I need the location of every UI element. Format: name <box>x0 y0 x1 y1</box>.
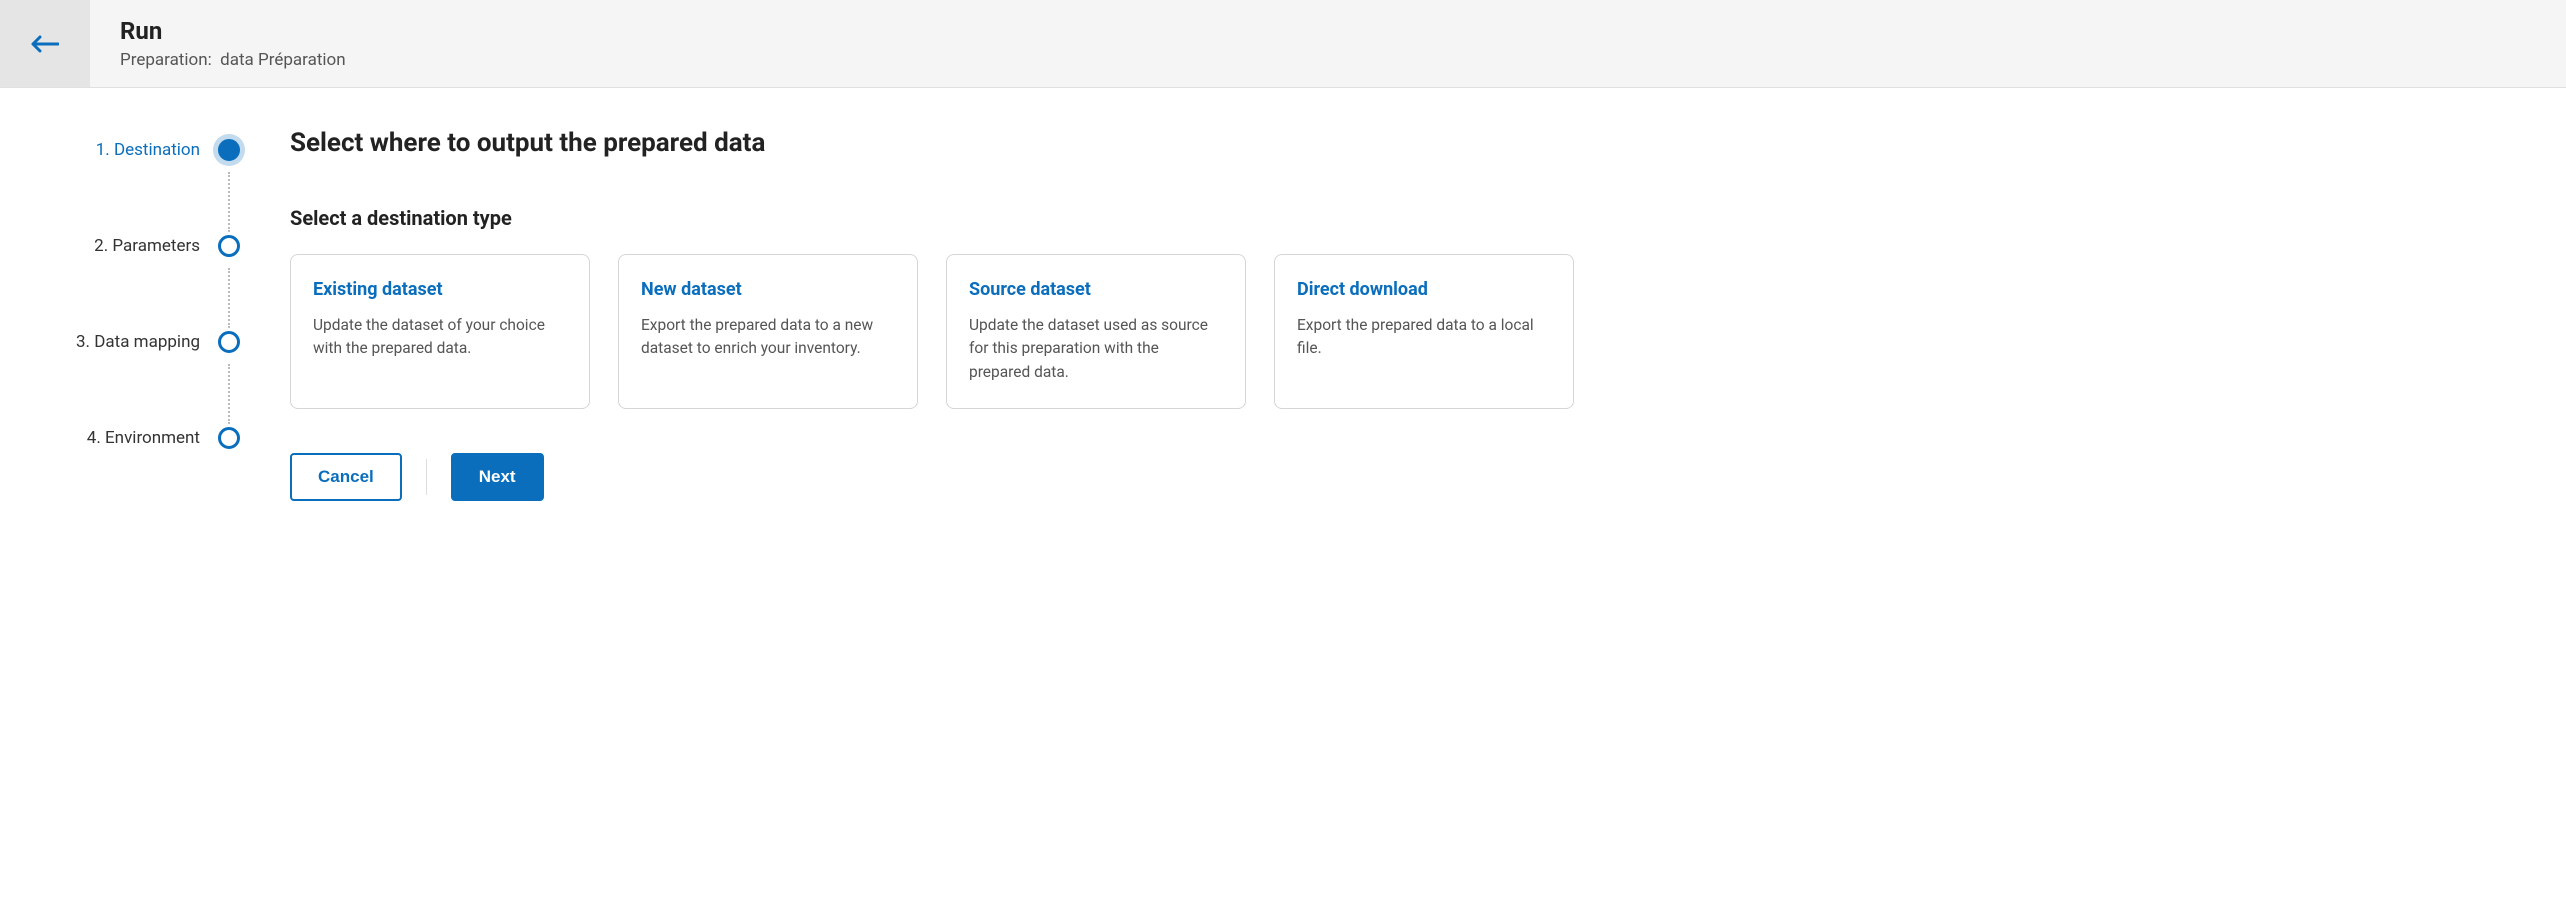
subtitle-value: data Préparation <box>220 50 345 70</box>
step-label: 4. Environment <box>87 428 200 448</box>
card-existing-dataset[interactable]: Existing dataset Update the dataset of y… <box>290 254 590 409</box>
step-connector-icon <box>228 172 230 232</box>
step-circle-icon <box>218 331 240 353</box>
step-destination[interactable]: 1. Destination <box>70 138 240 162</box>
stepper: 1. Destination 2. Parameters 3. Data map… <box>70 128 240 522</box>
card-new-dataset[interactable]: New dataset Export the prepared data to … <box>618 254 918 409</box>
step-data-mapping[interactable]: 3. Data mapping <box>70 330 240 354</box>
page-subtitle: Preparation:data Préparation <box>120 50 346 70</box>
step-connector-icon <box>228 268 230 328</box>
back-button[interactable] <box>0 0 90 87</box>
card-title: New dataset <box>641 279 895 300</box>
step-circle-icon <box>218 235 240 257</box>
step-circle-icon <box>218 139 240 161</box>
page-title: Run <box>120 17 346 46</box>
divider-icon <box>426 459 427 495</box>
card-desc: Update the dataset of your choice with t… <box>313 314 567 361</box>
header: Run Preparation:data Préparation <box>0 0 2566 88</box>
arrow-left-icon <box>31 35 59 53</box>
step-label: 2. Parameters <box>94 236 200 256</box>
step-connector-icon <box>228 364 230 424</box>
actions: Cancel Next <box>290 453 2496 501</box>
body: 1. Destination 2. Parameters 3. Data map… <box>0 88 2566 562</box>
card-desc: Update the dataset used as source for th… <box>969 314 1223 384</box>
next-button[interactable]: Next <box>451 453 544 501</box>
cancel-button[interactable]: Cancel <box>290 453 402 501</box>
card-source-dataset[interactable]: Source dataset Update the dataset used a… <box>946 254 1246 409</box>
step-label: 3. Data mapping <box>76 332 200 352</box>
step-circle-icon <box>218 427 240 449</box>
card-title: Existing dataset <box>313 279 567 300</box>
step-label: 1. Destination <box>96 140 200 160</box>
card-desc: Export the prepared data to a local file… <box>1297 314 1551 361</box>
header-text: Run Preparation:data Préparation <box>90 0 346 87</box>
step-environment[interactable]: 4. Environment <box>70 426 240 450</box>
content: Select where to output the prepared data… <box>240 128 2496 522</box>
subtitle-label: Preparation: <box>120 50 220 70</box>
card-title: Direct download <box>1297 279 1551 300</box>
card-direct-download[interactable]: Direct download Export the prepared data… <box>1274 254 1574 409</box>
card-title: Source dataset <box>969 279 1223 300</box>
card-desc: Export the prepared data to a new datase… <box>641 314 895 361</box>
destination-cards: Existing dataset Update the dataset of y… <box>290 254 2496 409</box>
content-subtitle: Select a destination type <box>290 206 2496 230</box>
content-title: Select where to output the prepared data <box>290 128 2496 158</box>
step-parameters[interactable]: 2. Parameters <box>70 234 240 258</box>
